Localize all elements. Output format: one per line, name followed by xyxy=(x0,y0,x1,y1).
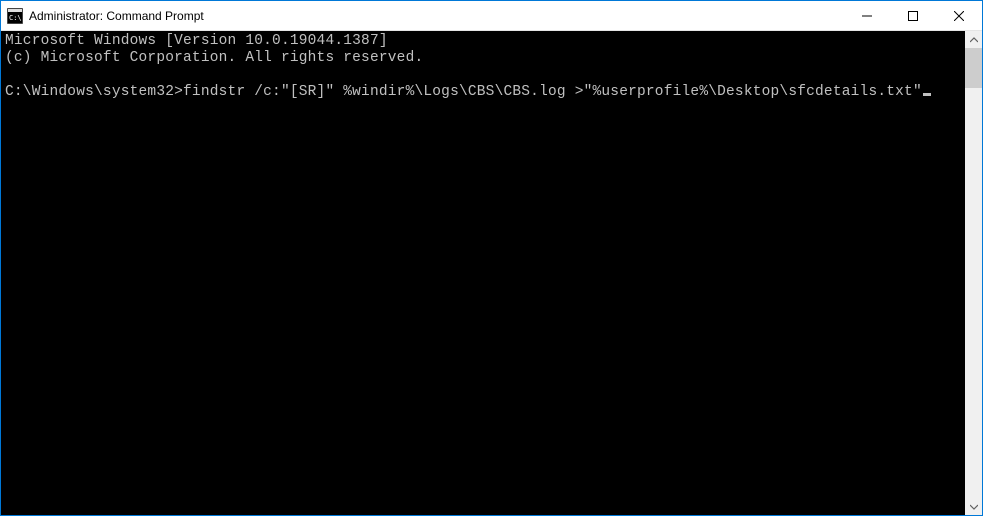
window-title: Administrator: Command Prompt xyxy=(29,9,844,23)
window-controls xyxy=(844,1,982,30)
cmd-icon: C:\ xyxy=(7,8,23,24)
copyright-line: (c) Microsoft Corporation. All rights re… xyxy=(5,50,965,67)
prompt-text: C:\Windows\system32> xyxy=(5,84,183,100)
vertical-scrollbar[interactable] xyxy=(965,31,982,515)
maximize-button[interactable] xyxy=(890,1,936,30)
blank-line xyxy=(5,67,965,84)
command-prompt-window: C:\ Administrator: Command Prompt Micros… xyxy=(0,0,983,516)
scroll-thumb[interactable] xyxy=(965,48,982,88)
titlebar[interactable]: C:\ Administrator: Command Prompt xyxy=(1,1,982,31)
version-line: Microsoft Windows [Version 10.0.19044.13… xyxy=(5,33,965,50)
command-line: C:\Windows\system32>findstr /c:"[SR]" %w… xyxy=(5,84,965,101)
terminal-output[interactable]: Microsoft Windows [Version 10.0.19044.13… xyxy=(1,31,965,515)
cursor-icon xyxy=(923,93,931,96)
minimize-button[interactable] xyxy=(844,1,890,30)
content-area: Microsoft Windows [Version 10.0.19044.13… xyxy=(1,31,982,515)
command-text: findstr /c:"[SR]" %windir%\Logs\CBS\CBS.… xyxy=(183,84,922,100)
scroll-track[interactable] xyxy=(965,48,982,498)
scroll-down-button[interactable] xyxy=(965,498,982,515)
svg-text:C:\: C:\ xyxy=(9,14,22,22)
scroll-up-button[interactable] xyxy=(965,31,982,48)
close-button[interactable] xyxy=(936,1,982,30)
